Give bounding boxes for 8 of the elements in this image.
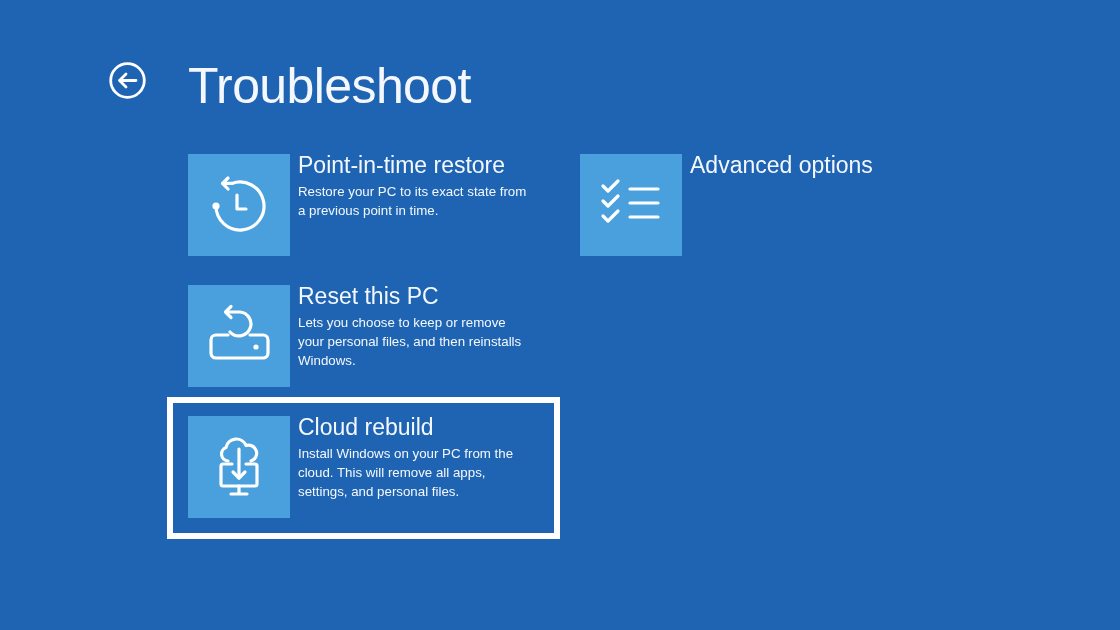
back-button[interactable] [109,62,146,99]
page-title: Troubleshoot [188,61,471,111]
checklist-icon [580,154,682,256]
option-button[interactable]: Point-in-time restore Restore your PC to its exact state from a previous point in time. [188,154,539,256]
option-button[interactable]: Reset this PC Lets you choose to keep or remove your personal files, and then reinstalls Windows. [188,285,539,387]
option-button[interactable]: Cloud rebuild Install Windows on your PC from the cloud. This will remove all apps, settings, and personal files. [167,397,560,539]
option-button[interactable]: Advanced options [580,154,931,256]
cloud-monitor-icon [188,416,290,518]
